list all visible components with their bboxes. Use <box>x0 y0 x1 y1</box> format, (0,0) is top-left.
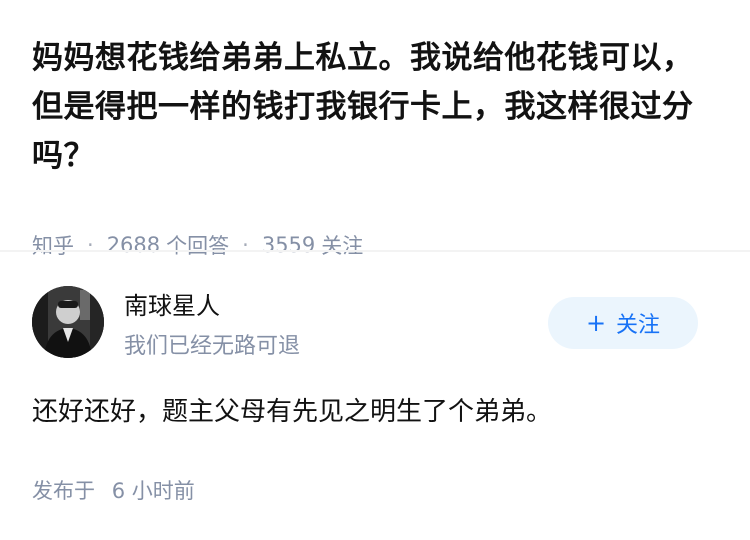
plus-icon: + <box>585 309 607 337</box>
question-title[interactable]: 妈妈想花钱给弟弟上私立。我说给他花钱可以，但是得把一样的钱打我银行卡上，我这样很… <box>32 34 722 181</box>
answer-count: 2688 <box>106 233 161 257</box>
question-header: 妈妈想花钱给弟弟上私立。我说给他花钱可以，但是得把一样的钱打我银行卡上，我这样很… <box>32 34 722 258</box>
source-label[interactable]: 知乎 <box>32 230 74 260</box>
question-meta: 知乎 · 2688 个回答 · 3559 关注 <box>32 230 363 260</box>
section-divider <box>0 250 750 252</box>
avatar[interactable] <box>32 286 104 358</box>
published-label: 发布于 <box>32 479 95 503</box>
avatar-photo-icon <box>32 286 104 358</box>
answer-count-label: 个回答 <box>166 234 230 258</box>
author-card: 南球星人 我们已经无路可退 + 关注 <box>32 284 722 364</box>
follow-button-label: 关注 <box>616 313 661 338</box>
answer-page: 妈妈想花钱给弟弟上私立。我说给他花钱可以，但是得把一样的钱打我银行卡上，我这样很… <box>0 0 750 540</box>
answer-content: 还好还好，题主父母有先见之明生了个弟弟。 <box>32 397 553 427</box>
author-bio: 我们已经无路可退 <box>124 334 301 359</box>
author-name[interactable]: 南球星人 <box>124 286 220 321</box>
answer-timestamp: 发布于 6 小时前 <box>32 475 195 505</box>
follow-button[interactable]: + 关注 <box>548 297 698 349</box>
separator-dot: · <box>242 233 249 257</box>
follower-count-label: 关注 <box>321 234 364 258</box>
follower-count: 3559 <box>261 233 316 257</box>
separator-dot: · <box>87 233 94 257</box>
published-time: 6 小时前 <box>111 479 195 503</box>
